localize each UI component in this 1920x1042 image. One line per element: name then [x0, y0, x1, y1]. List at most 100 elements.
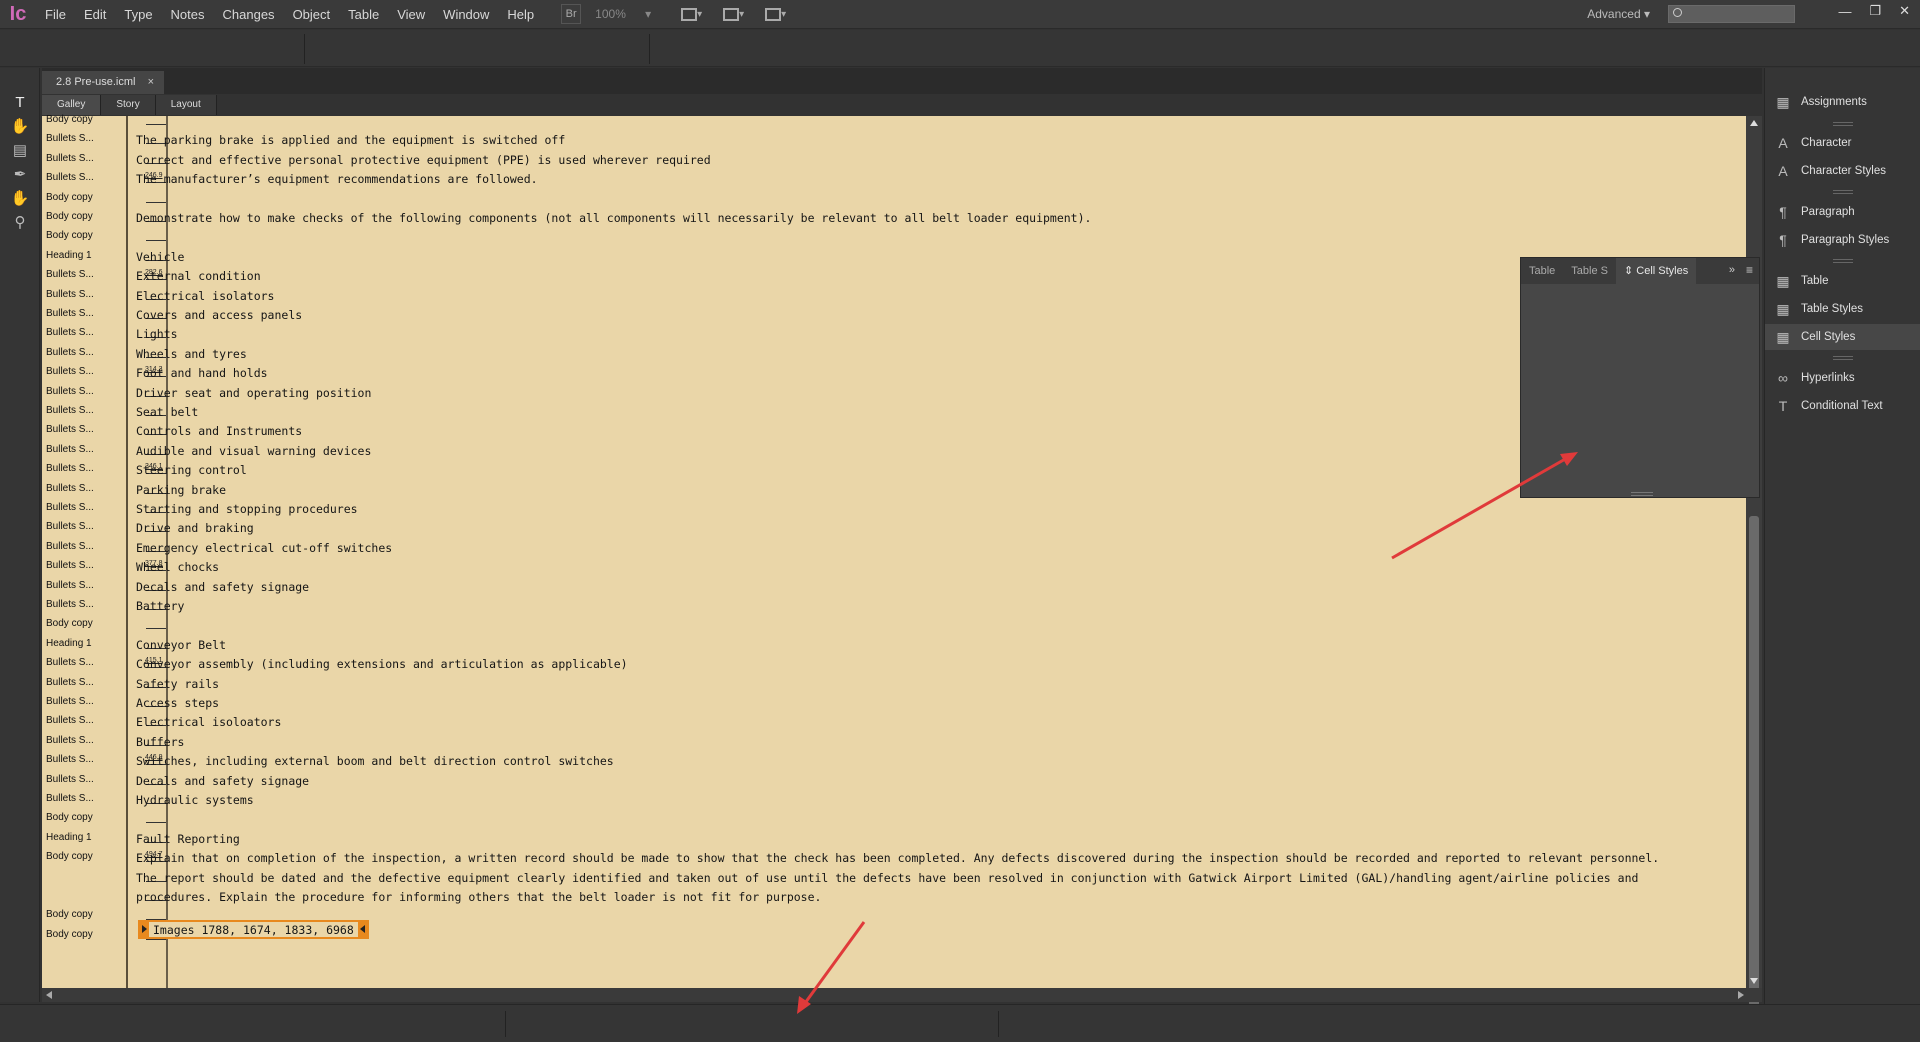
menu-file[interactable]: File	[36, 0, 75, 29]
table-styles-icon: ▦	[1776, 300, 1790, 317]
story-paragraph[interactable]: Decals and safety signage	[136, 773, 309, 789]
tab-table-styles[interactable]: Table S	[1563, 258, 1616, 284]
story-paragraph[interactable]: Explain that on completion of the inspec…	[136, 850, 1659, 866]
menu-help[interactable]: Help	[498, 0, 543, 29]
menu-view[interactable]: View	[388, 0, 434, 29]
menu-edit[interactable]: Edit	[75, 0, 115, 29]
story-paragraph[interactable]: Fault Reporting	[136, 831, 240, 847]
menu-table[interactable]: Table	[339, 0, 388, 29]
dock-item-paragraph[interactable]: ¶ Paragraph	[1765, 199, 1920, 225]
note-tool-icon[interactable]: ▤	[0, 138, 40, 162]
dock-item-character[interactable]: A Character	[1765, 130, 1920, 156]
resize-grip[interactable]	[1631, 492, 1653, 496]
story-paragraph[interactable]: Steering control	[136, 462, 247, 478]
conditional-text-icon: T	[1778, 398, 1788, 414]
paragraph-style-label: Body copy	[46, 211, 93, 222]
menu-window[interactable]: Window	[434, 0, 498, 29]
zoom-select[interactable]: 100% ▾	[595, 7, 651, 21]
story-paragraph[interactable]: Covers and access panels	[136, 307, 302, 323]
dock-item-conditional-text[interactable]: T Conditional Text	[1765, 393, 1920, 419]
type-tool-icon[interactable]: T	[0, 90, 40, 114]
story-paragraph[interactable]: Lights	[136, 326, 178, 342]
story-paragraph[interactable]: The manufacturer’s equipment recommendat…	[136, 171, 538, 187]
dock-item-paragraph-styles[interactable]: ¶ Paragraph Styles	[1765, 227, 1920, 253]
menu-changes[interactable]: Changes	[214, 0, 284, 29]
restore-icon[interactable]: ❐	[1869, 3, 1881, 19]
story-paragraph[interactable]: Audible and visual warning devices	[136, 443, 371, 459]
dock-item-character-styles[interactable]: A Character Styles	[1765, 158, 1920, 184]
story-paragraph[interactable]: The report should be dated and the defec…	[136, 870, 1638, 886]
view-options-button[interactable]: ▾	[681, 4, 711, 24]
eyedropper-tool-icon[interactable]: ✒	[0, 162, 40, 186]
story-paragraph[interactable]: Controls and Instruments	[136, 423, 302, 439]
dock-item-cell-styles[interactable]: ▦ Cell Styles	[1765, 324, 1920, 350]
dock-item-table[interactable]: ▦ Table	[1765, 268, 1920, 294]
story-paragraph[interactable]: Buffers	[136, 734, 184, 750]
menu-notes[interactable]: Notes	[162, 0, 214, 29]
document-tab[interactable]: 2.8 Pre-use.icml ×	[42, 71, 164, 94]
workspace-switcher[interactable]: Advanced ▾	[1587, 0, 1650, 29]
story-paragraph[interactable]: Safety rails	[136, 676, 219, 692]
panel-menu-icon[interactable]: ≡	[1746, 263, 1753, 277]
story-editor[interactable]: Body copy Bullets S... Bullets S... Bullets…	[42, 114, 1746, 988]
story-paragraph[interactable]: Drive and braking	[136, 520, 254, 536]
collapse-panel-icon[interactable]: »	[1729, 264, 1735, 276]
story-paragraph[interactable]: Emergency electrical cut-off switches	[136, 540, 392, 556]
dock-item-assignments[interactable]: ▦ Assignments	[1765, 89, 1920, 115]
depth-tick	[146, 201, 166, 203]
chevron-down-icon: ▾	[781, 8, 787, 20]
story-paragraph[interactable]: Correct and effective personal protectiv…	[136, 152, 711, 168]
tab-story[interactable]: Story	[101, 95, 156, 115]
story-paragraph[interactable]: Wheel chocks	[136, 559, 219, 575]
close-icon[interactable]: ✕	[1899, 3, 1910, 19]
cell-styles-floating-panel[interactable]: Table Table S ⇕ Cell Styles » ≡	[1520, 257, 1760, 498]
horizontal-scrollbar[interactable]	[42, 988, 1762, 1002]
story-paragraph[interactable]: Electrical isolators	[136, 288, 274, 304]
tab-layout[interactable]: Layout	[155, 95, 217, 115]
story-paragraph[interactable]: Wheels and tyres	[136, 346, 247, 362]
close-icon[interactable]: ×	[148, 71, 154, 94]
screen-mode-button[interactable]: ▾	[723, 4, 753, 24]
story-paragraph[interactable]: Conveyor Belt	[136, 637, 226, 653]
story-paragraph[interactable]: Driver seat and operating position	[136, 385, 371, 401]
dock-item-label: Character	[1801, 137, 1852, 149]
scroll-right-icon[interactable]	[1738, 991, 1744, 999]
story-paragraph[interactable]: Demonstrate how to make checks of the fo…	[136, 210, 1091, 226]
story-paragraph[interactable]: Conveyor assembly (including extensions …	[136, 656, 628, 672]
bridge-button[interactable]: Br	[561, 4, 582, 24]
tab-cell-styles[interactable]: ⇕ Cell Styles	[1616, 258, 1697, 284]
scroll-left-icon[interactable]	[46, 991, 52, 999]
menu-object[interactable]: Object	[284, 0, 340, 29]
menu-type[interactable]: Type	[115, 0, 161, 29]
dock-item-hyperlinks[interactable]: ∞ Hyperlinks	[1765, 365, 1920, 391]
story-paragraph[interactable]: Starting and stopping procedures	[136, 501, 358, 517]
story-paragraph[interactable]: Switches, including external boom and be…	[136, 753, 614, 769]
story-paragraph[interactable]: Seat belt	[136, 404, 198, 420]
search-input[interactable]	[1668, 5, 1795, 23]
story-paragraph[interactable]: Decals and safety signage	[136, 579, 309, 595]
hand-tool-icon[interactable]: ✋	[0, 186, 40, 210]
story-paragraph[interactable]: Access steps	[136, 695, 219, 711]
scroll-down-icon[interactable]	[1750, 978, 1758, 984]
zoom-tool-icon[interactable]: ⚲	[0, 210, 40, 234]
story-paragraph[interactable]: Battery	[136, 598, 184, 614]
story-paragraph[interactable]: Electrical isoloators	[136, 714, 281, 730]
story-paragraph[interactable]: Hydraulic systems	[136, 792, 254, 808]
scroll-thumb[interactable]	[1749, 516, 1759, 1042]
dock-item-table-styles[interactable]: ▦ Table Styles	[1765, 296, 1920, 322]
image-tag[interactable]: Images 1788, 1674, 1833, 6968	[138, 920, 369, 939]
table-icon: ▦	[1776, 272, 1790, 289]
minimize-icon[interactable]: —	[1838, 4, 1851, 19]
story-paragraph[interactable]: External condition	[136, 268, 261, 284]
paragraph-style-label: Bullets S...	[46, 754, 94, 766]
story-paragraph[interactable]: Parking brake	[136, 482, 226, 498]
story-paragraph[interactable]: Foot and hand holds	[136, 365, 268, 381]
tab-table[interactable]: Table	[1521, 258, 1563, 284]
position-tool-icon[interactable]: ✋	[0, 114, 40, 138]
vertical-scrollbar[interactable]	[1746, 116, 1762, 1042]
story-paragraph[interactable]: procedures. Explain the procedure for in…	[136, 889, 821, 905]
scroll-up-icon[interactable]	[1750, 120, 1758, 126]
arrange-documents-button[interactable]: ▾	[765, 4, 795, 24]
story-paragraph[interactable]: The parking brake is applied and the equ…	[136, 132, 565, 148]
story-paragraph[interactable]: Vehicle	[136, 249, 184, 265]
